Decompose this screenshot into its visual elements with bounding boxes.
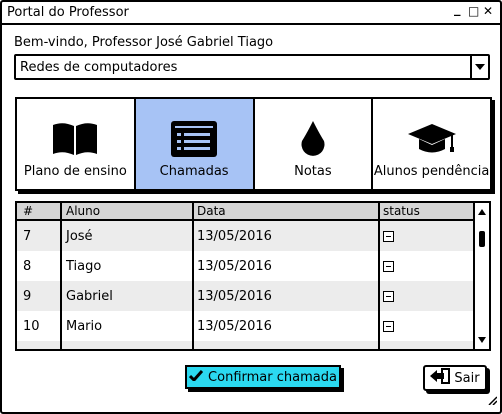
exit-button[interactable]: Sair [423, 365, 487, 391]
confirm-attendance-button[interactable]: Confirmar chamada [185, 365, 341, 389]
course-select-value: Redes de computadores [20, 60, 178, 75]
status-checkbox[interactable] [383, 261, 394, 272]
tile-notas[interactable]: Notas [254, 99, 374, 189]
column-divider [378, 203, 380, 349]
app-window: Portal do Professor _ □ ✕ Bem-vindo, Pro… [0, 0, 502, 414]
chevron-down-icon[interactable] [470, 56, 488, 78]
tile-chamadas[interactable]: Chamadas [135, 99, 255, 189]
cell-number: 7 [23, 229, 32, 244]
tile-label: Alunos pendência [373, 164, 490, 179]
resize-handle-icon[interactable] [487, 390, 498, 409]
cell-aluno: José [66, 229, 93, 244]
status-checkbox[interactable] [383, 231, 394, 242]
drop-icon [255, 119, 372, 159]
cell-number: 8 [23, 259, 32, 274]
table-header: # Aluno Data status [17, 203, 473, 221]
column-header-status[interactable]: status [383, 204, 420, 218]
table-row[interactable]: 8 Tiago 13/05/2016 [17, 251, 473, 281]
tile-alunos-pendencia[interactable]: Alunos pendência [373, 99, 490, 189]
cell-aluno: Mario [66, 319, 103, 334]
cell-data: 13/05/2016 [197, 259, 272, 274]
table-row[interactable]: 10 Mario 13/05/2016 [17, 311, 473, 341]
tile-label: Chamadas [159, 164, 229, 179]
graduation-cap-icon [373, 119, 490, 159]
sign-out-icon [430, 368, 451, 388]
column-divider [192, 203, 194, 349]
list-icon [136, 119, 253, 159]
cell-aluno: Tiago [66, 259, 102, 274]
menu-tiles: Plano de ensino Chamadas Notas Alunos pe… [15, 97, 492, 191]
tile-label: Notas [294, 164, 332, 179]
welcome-message: Bem-vindo, Professor José Gabriel Tiago [14, 35, 274, 50]
tile-plano-de-ensino[interactable]: Plano de ensino [17, 99, 136, 189]
cell-data: 13/05/2016 [197, 229, 272, 244]
scrollbar-thumb[interactable] [479, 231, 485, 247]
attendance-table: # Aluno Data status 7 José 13/05/2016 8 … [15, 201, 491, 351]
cell-aluno: Gabriel [66, 289, 113, 304]
column-header-aluno[interactable]: Aluno [66, 204, 100, 218]
exit-button-label: Sair [454, 370, 480, 386]
scroll-down-icon[interactable] [475, 333, 489, 347]
table-row[interactable]: 7 José 13/05/2016 [17, 221, 473, 251]
tile-label: Plano de ensino [23, 164, 127, 179]
close-button[interactable]: ✕ [483, 4, 493, 18]
scroll-up-icon[interactable] [475, 205, 489, 219]
status-checkbox[interactable] [383, 291, 394, 302]
status-checkbox[interactable] [383, 321, 394, 332]
title-bar: Portal do Professor _ □ ✕ [2, 2, 500, 25]
cell-number: 9 [23, 289, 32, 304]
column-header-data[interactable]: Data [197, 204, 226, 218]
book-icon [17, 119, 134, 159]
window-title: Portal do Professor [7, 5, 129, 20]
check-icon [188, 369, 204, 385]
confirm-button-label: Confirmar chamada [208, 369, 337, 385]
cell-data: 13/05/2016 [197, 319, 272, 334]
cell-number: 10 [23, 319, 40, 334]
table-scrollbar[interactable] [473, 203, 489, 349]
column-divider [60, 203, 62, 349]
table-row[interactable]: 9 Gabriel 13/05/2016 [17, 281, 473, 311]
course-select[interactable]: Redes de computadores [14, 54, 490, 80]
table-row [17, 341, 473, 349]
cell-data: 13/05/2016 [197, 289, 272, 304]
maximize-button[interactable]: □ [468, 4, 479, 18]
minimize-button[interactable]: _ [454, 2, 461, 17]
column-header-number[interactable]: # [23, 204, 33, 218]
